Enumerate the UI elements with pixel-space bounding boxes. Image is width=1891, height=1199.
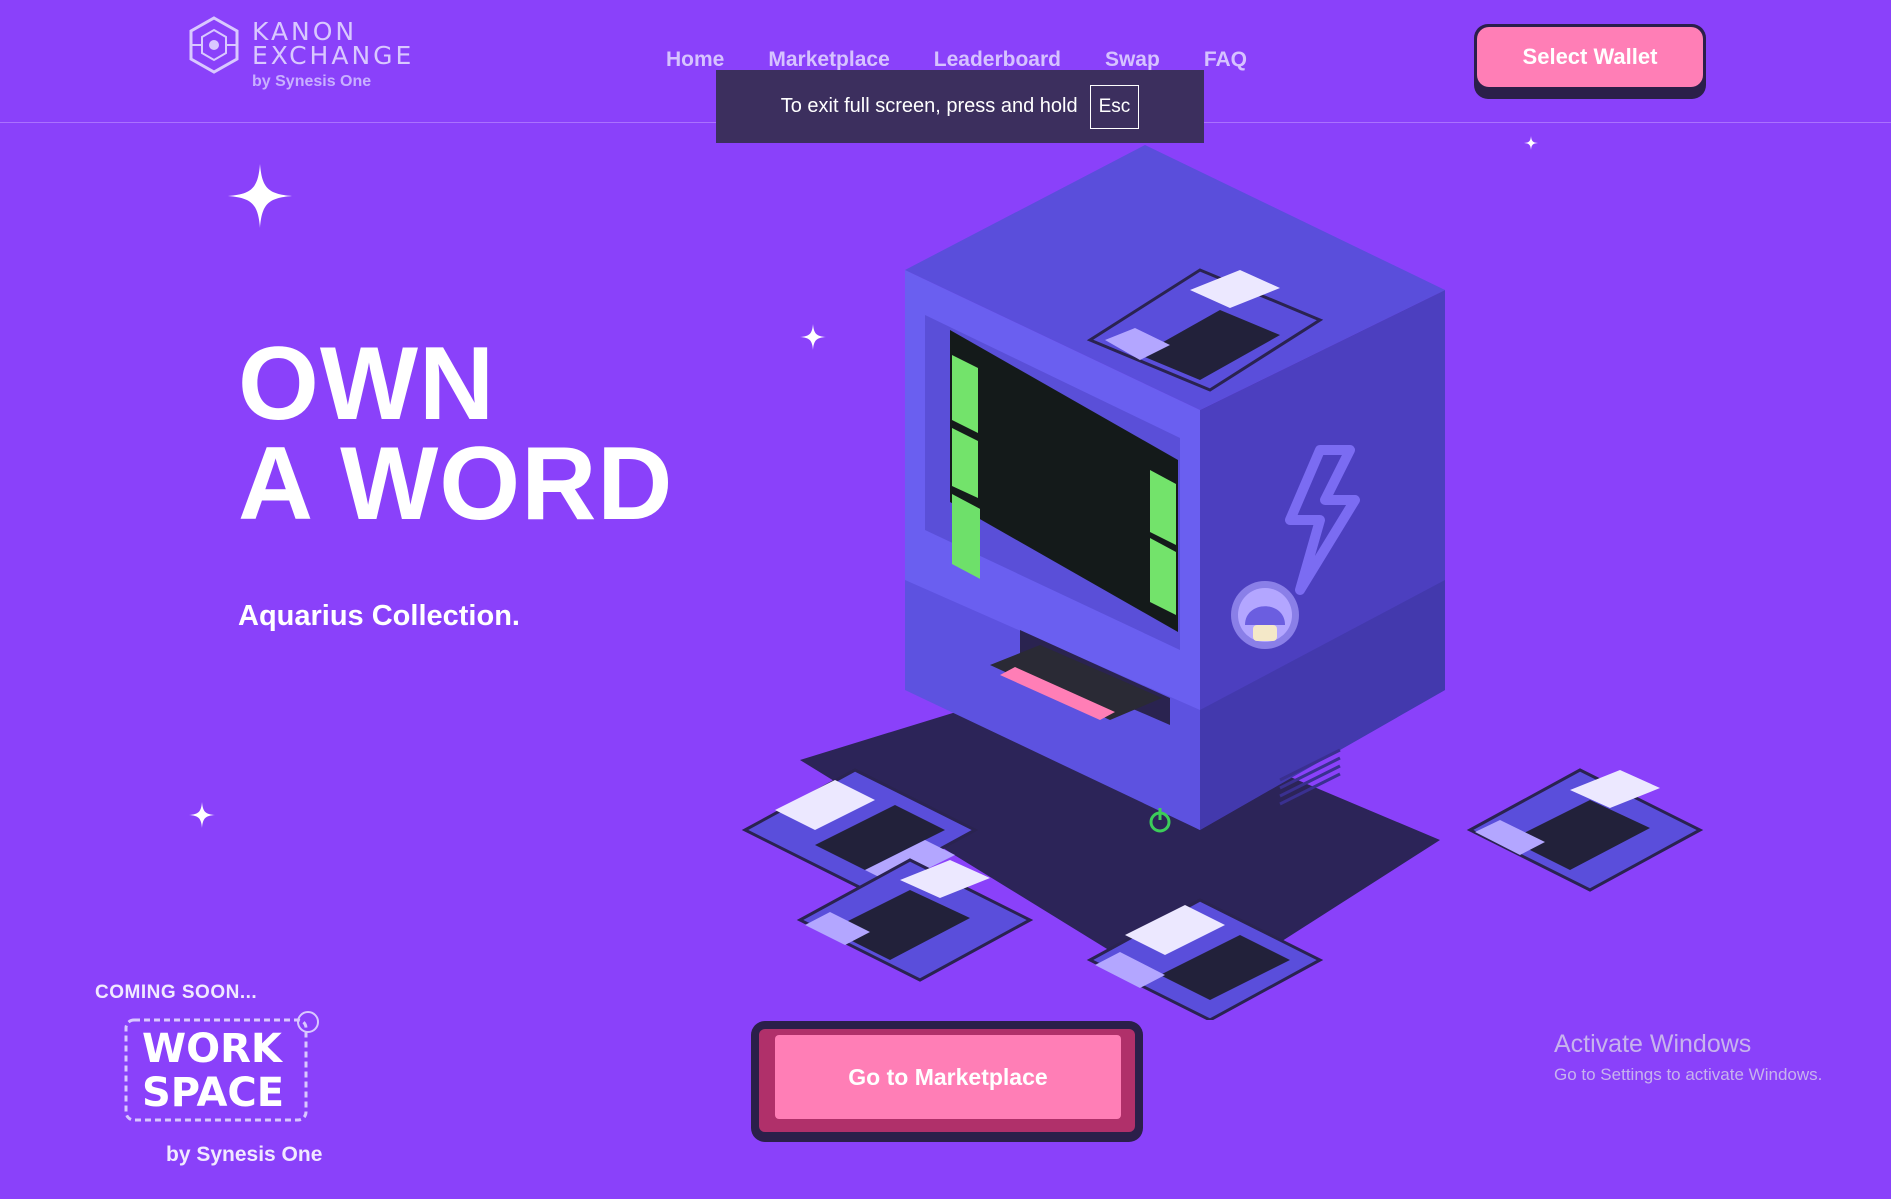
- nav-swap[interactable]: Swap: [1105, 48, 1160, 72]
- activate-windows-subtitle: Go to Settings to activate Windows.: [1554, 1065, 1823, 1084]
- workspace-line-2: SPACE: [142, 1070, 284, 1116]
- brand-logo[interactable]: KANON EXCHANGE by Synesis One: [188, 16, 448, 96]
- activate-windows-title: Activate Windows: [1554, 1030, 1752, 1058]
- nav-faq[interactable]: FAQ: [1204, 48, 1247, 72]
- activate-windows-watermark: Activate Windows Go to Settings to activ…: [1554, 1030, 1822, 1085]
- nav-home[interactable]: Home: [666, 48, 724, 72]
- hero-line-1: OWN: [238, 326, 496, 442]
- select-wallet-frame: Select Wallet: [1474, 24, 1706, 99]
- mushroom-sticker-icon: [1231, 581, 1299, 649]
- hero-title: OWN A WORD: [238, 326, 674, 542]
- go-to-marketplace-button[interactable]: Go to Marketplace: [775, 1035, 1121, 1119]
- floppy-disk-icon: [1466, 768, 1704, 892]
- sparkle-icon: [228, 164, 292, 228]
- hero-line-2: A WORD: [238, 426, 674, 542]
- coming-soon-label: COMING SOON...: [95, 982, 258, 1003]
- go-to-marketplace-bevel: Go to Marketplace: [759, 1029, 1135, 1132]
- kanon-logo-icon: [189, 16, 239, 74]
- nav-leaderboard[interactable]: Leaderboard: [934, 48, 1061, 72]
- hero-subtitle: Aquarius Collection.: [238, 600, 520, 632]
- sparkle-icon: [189, 802, 215, 828]
- select-wallet-button[interactable]: Select Wallet: [1477, 27, 1703, 87]
- main-nav: Home Marketplace Leaderboard Swap FAQ: [666, 48, 1247, 72]
- brand-title: KANON EXCHANGE: [252, 17, 415, 70]
- workspace-logo[interactable]: WORK SPACE: [122, 1010, 322, 1130]
- brand-subtitle: by Synesis One: [252, 73, 372, 90]
- nav-marketplace[interactable]: Marketplace: [768, 48, 889, 72]
- go-to-marketplace-frame: Go to Marketplace: [751, 1021, 1143, 1142]
- workspace-by: by Synesis One: [166, 1143, 323, 1166]
- workspace-line-1: WORK: [142, 1026, 284, 1072]
- toast-text: To exit full screen, press and hold: [780, 95, 1078, 117]
- computer-illustration: [741, 145, 1704, 1020]
